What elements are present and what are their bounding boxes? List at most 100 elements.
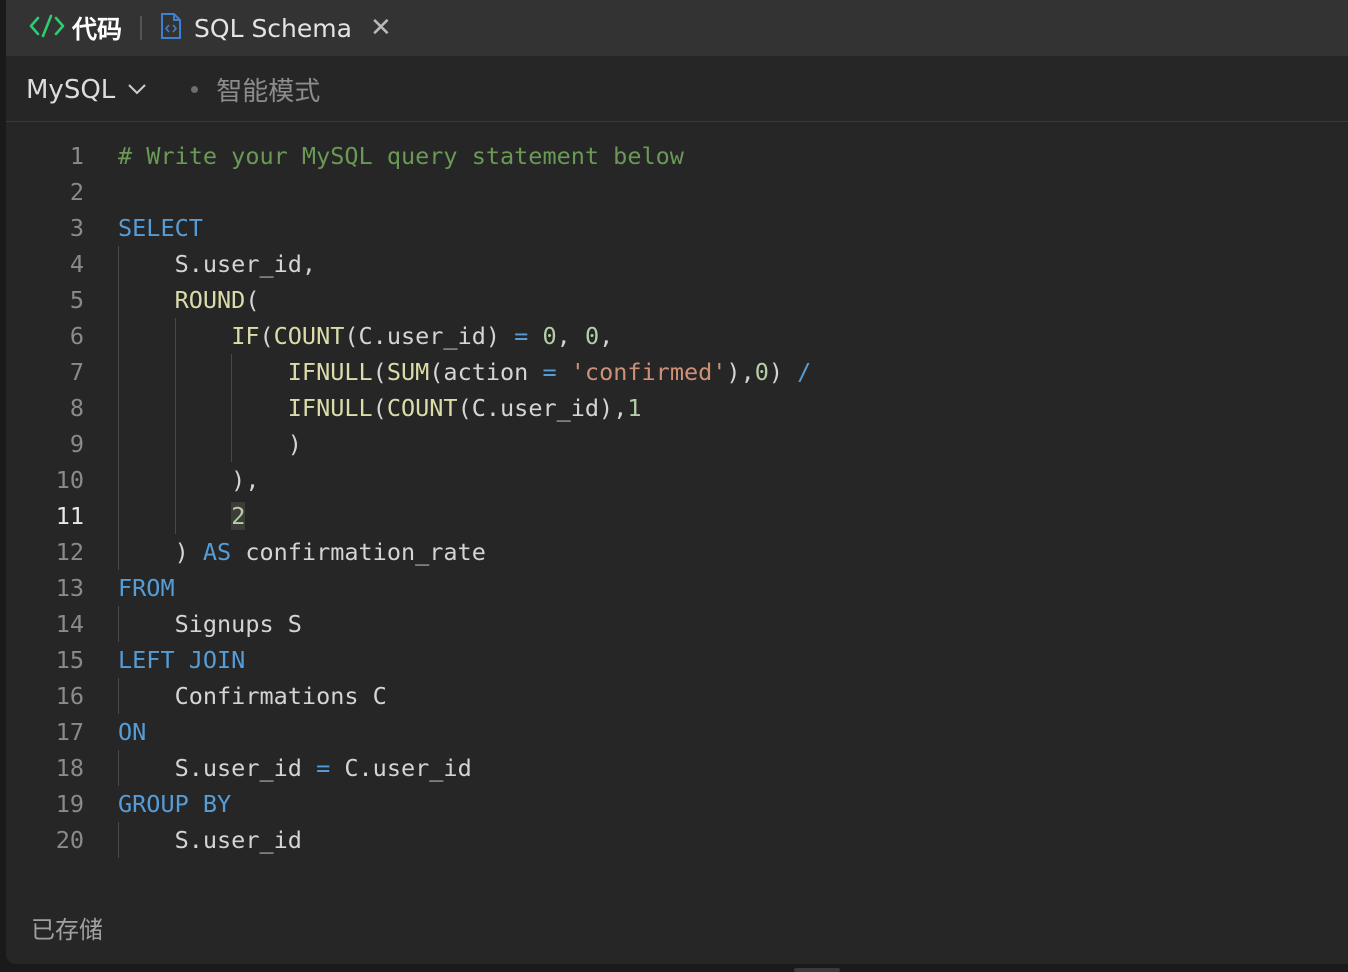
code-line[interactable]: 9 ) xyxy=(6,426,1348,462)
tab-sql-schema[interactable]: SQL Schema ✕ xyxy=(160,0,392,56)
code-token: ON xyxy=(118,718,147,746)
code-text: Confirmations C xyxy=(118,678,387,714)
code-token: ) xyxy=(118,430,302,458)
code-token: COUNT xyxy=(386,394,458,422)
code-token: ), xyxy=(118,466,260,494)
save-status: 已存储 xyxy=(31,916,103,944)
code-token: , xyxy=(556,322,585,350)
code-line[interactable]: 14 Signups S xyxy=(6,606,1348,642)
line-number: 2 xyxy=(69,178,84,206)
smart-mode-label: 智能模式 xyxy=(216,77,321,107)
code-token: FROM xyxy=(118,574,175,602)
code-text: ) xyxy=(118,426,302,462)
language-select[interactable]: MySQL xyxy=(26,75,147,105)
code-token: , xyxy=(599,322,614,350)
code-text: FROM xyxy=(118,570,175,606)
code-text: S.user_id = C.user_id xyxy=(118,750,472,786)
code-text: IFNULL(COUNT(C.user_id),1 xyxy=(118,390,642,426)
code-token: COUNT xyxy=(273,322,345,350)
code-token: S.user_id xyxy=(118,826,302,854)
code-token: / xyxy=(797,358,812,386)
code-token: Confirmations C xyxy=(118,682,387,710)
code-token: (action xyxy=(429,358,543,386)
code-text: ) AS confirmation_rate xyxy=(118,534,486,570)
line-number: 8 xyxy=(69,394,84,422)
code-line[interactable]: 7 IFNULL(SUM(action = 'confirmed'),0) / xyxy=(6,354,1348,390)
resize-handle[interactable] xyxy=(794,968,840,972)
code-token: = xyxy=(316,754,331,782)
code-text: # Write your MySQL query statement below xyxy=(118,138,684,174)
code-line[interactable]: 10 ), xyxy=(6,462,1348,498)
line-number: 18 xyxy=(55,754,84,782)
code-token: ( xyxy=(372,358,387,386)
code-line[interactable]: 15 LEFT JOIN xyxy=(6,642,1348,678)
line-number: 17 xyxy=(55,718,84,746)
code-token: S.user_id, xyxy=(118,250,317,278)
code-token: (C.user_id) xyxy=(344,322,515,350)
code-line[interactable]: 3 SELECT xyxy=(6,210,1348,246)
code-text: IF(COUNT(C.user_id) = 0, 0, xyxy=(118,318,613,354)
line-number: 5 xyxy=(69,286,84,314)
code-line[interactable]: 17 ON xyxy=(6,714,1348,750)
code-token: ROUND xyxy=(174,286,246,314)
line-number: 11 xyxy=(55,502,84,530)
smart-mode-toggle[interactable]: 智能模式 xyxy=(191,71,320,108)
code-line[interactable]: 5 ROUND( xyxy=(6,282,1348,318)
code-token: ( xyxy=(245,286,260,314)
code-token: S.user_id xyxy=(118,754,317,782)
code-token: ( xyxy=(259,322,274,350)
code-line[interactable]: 2 xyxy=(6,174,1348,210)
code-token: confirmation_rate xyxy=(231,538,486,566)
code-text: ROUND( xyxy=(118,282,260,318)
code-token: 'confirmed' xyxy=(570,358,727,386)
code-token: (C.user_id), xyxy=(457,394,628,422)
code-token: Signups S xyxy=(118,610,302,638)
code-line[interactable]: 6 IF(COUNT(C.user_id) = 0, 0, xyxy=(6,318,1348,354)
code-token: # Write your MySQL query statement below xyxy=(118,142,684,170)
code-editor[interactable]: 1 # Write your MySQL query statement belo… xyxy=(6,138,1348,858)
tab-sql-schema-label: SQL Schema xyxy=(194,13,352,43)
line-number: 6 xyxy=(69,322,84,350)
code-text: ON xyxy=(118,714,146,750)
editor-panel: 代码 SQL Schema ✕ MySQL 智能模式 1 # Write you… xyxy=(6,0,1348,964)
code-line[interactable]: 8 IFNULL(COUNT(C.user_id),1 xyxy=(6,390,1348,426)
code-text: ), xyxy=(118,462,259,498)
code-line[interactable]: 20 S.user_id xyxy=(6,822,1348,858)
code-token: = xyxy=(542,358,557,386)
code-icon xyxy=(28,13,66,43)
tab-code[interactable]: 代码 xyxy=(6,0,122,56)
tab-bar: 代码 SQL Schema ✕ xyxy=(6,0,1348,56)
code-line[interactable]: 16 Confirmations C xyxy=(6,678,1348,714)
code-line[interactable]: 12 ) AS confirmation_rate xyxy=(6,534,1348,570)
line-number: 15 xyxy=(55,646,84,674)
code-line[interactable]: 13 FROM xyxy=(6,570,1348,606)
code-token: GROUP BY xyxy=(118,790,232,818)
code-token: SUM xyxy=(386,358,430,386)
code-token: IFNULL xyxy=(287,358,373,386)
code-line[interactable]: 1 # Write your MySQL query statement belo… xyxy=(6,138,1348,174)
line-number: 20 xyxy=(55,826,84,854)
status-dot-icon xyxy=(191,86,199,93)
code-line[interactable]: 18 S.user_id = C.user_id xyxy=(6,750,1348,786)
close-icon[interactable]: ✕ xyxy=(370,15,392,41)
code-line[interactable]: 4 S.user_id, xyxy=(6,246,1348,282)
code-text: Signups S xyxy=(118,606,302,642)
code-token: ), xyxy=(726,358,755,386)
code-token: 2 xyxy=(231,502,246,530)
code-token: 0 xyxy=(542,322,557,350)
code-token: = xyxy=(514,322,529,350)
code-token: IF xyxy=(231,322,260,350)
code-token: ( xyxy=(372,394,387,422)
chevron-down-icon xyxy=(127,80,147,99)
line-number: 12 xyxy=(55,538,84,566)
language-select-value: MySQL xyxy=(26,74,116,105)
code-line[interactable]: 11 2 xyxy=(6,498,1348,534)
code-line[interactable]: 19 GROUP BY xyxy=(6,786,1348,822)
code-token: AS xyxy=(202,538,232,566)
tab-divider xyxy=(140,16,143,40)
